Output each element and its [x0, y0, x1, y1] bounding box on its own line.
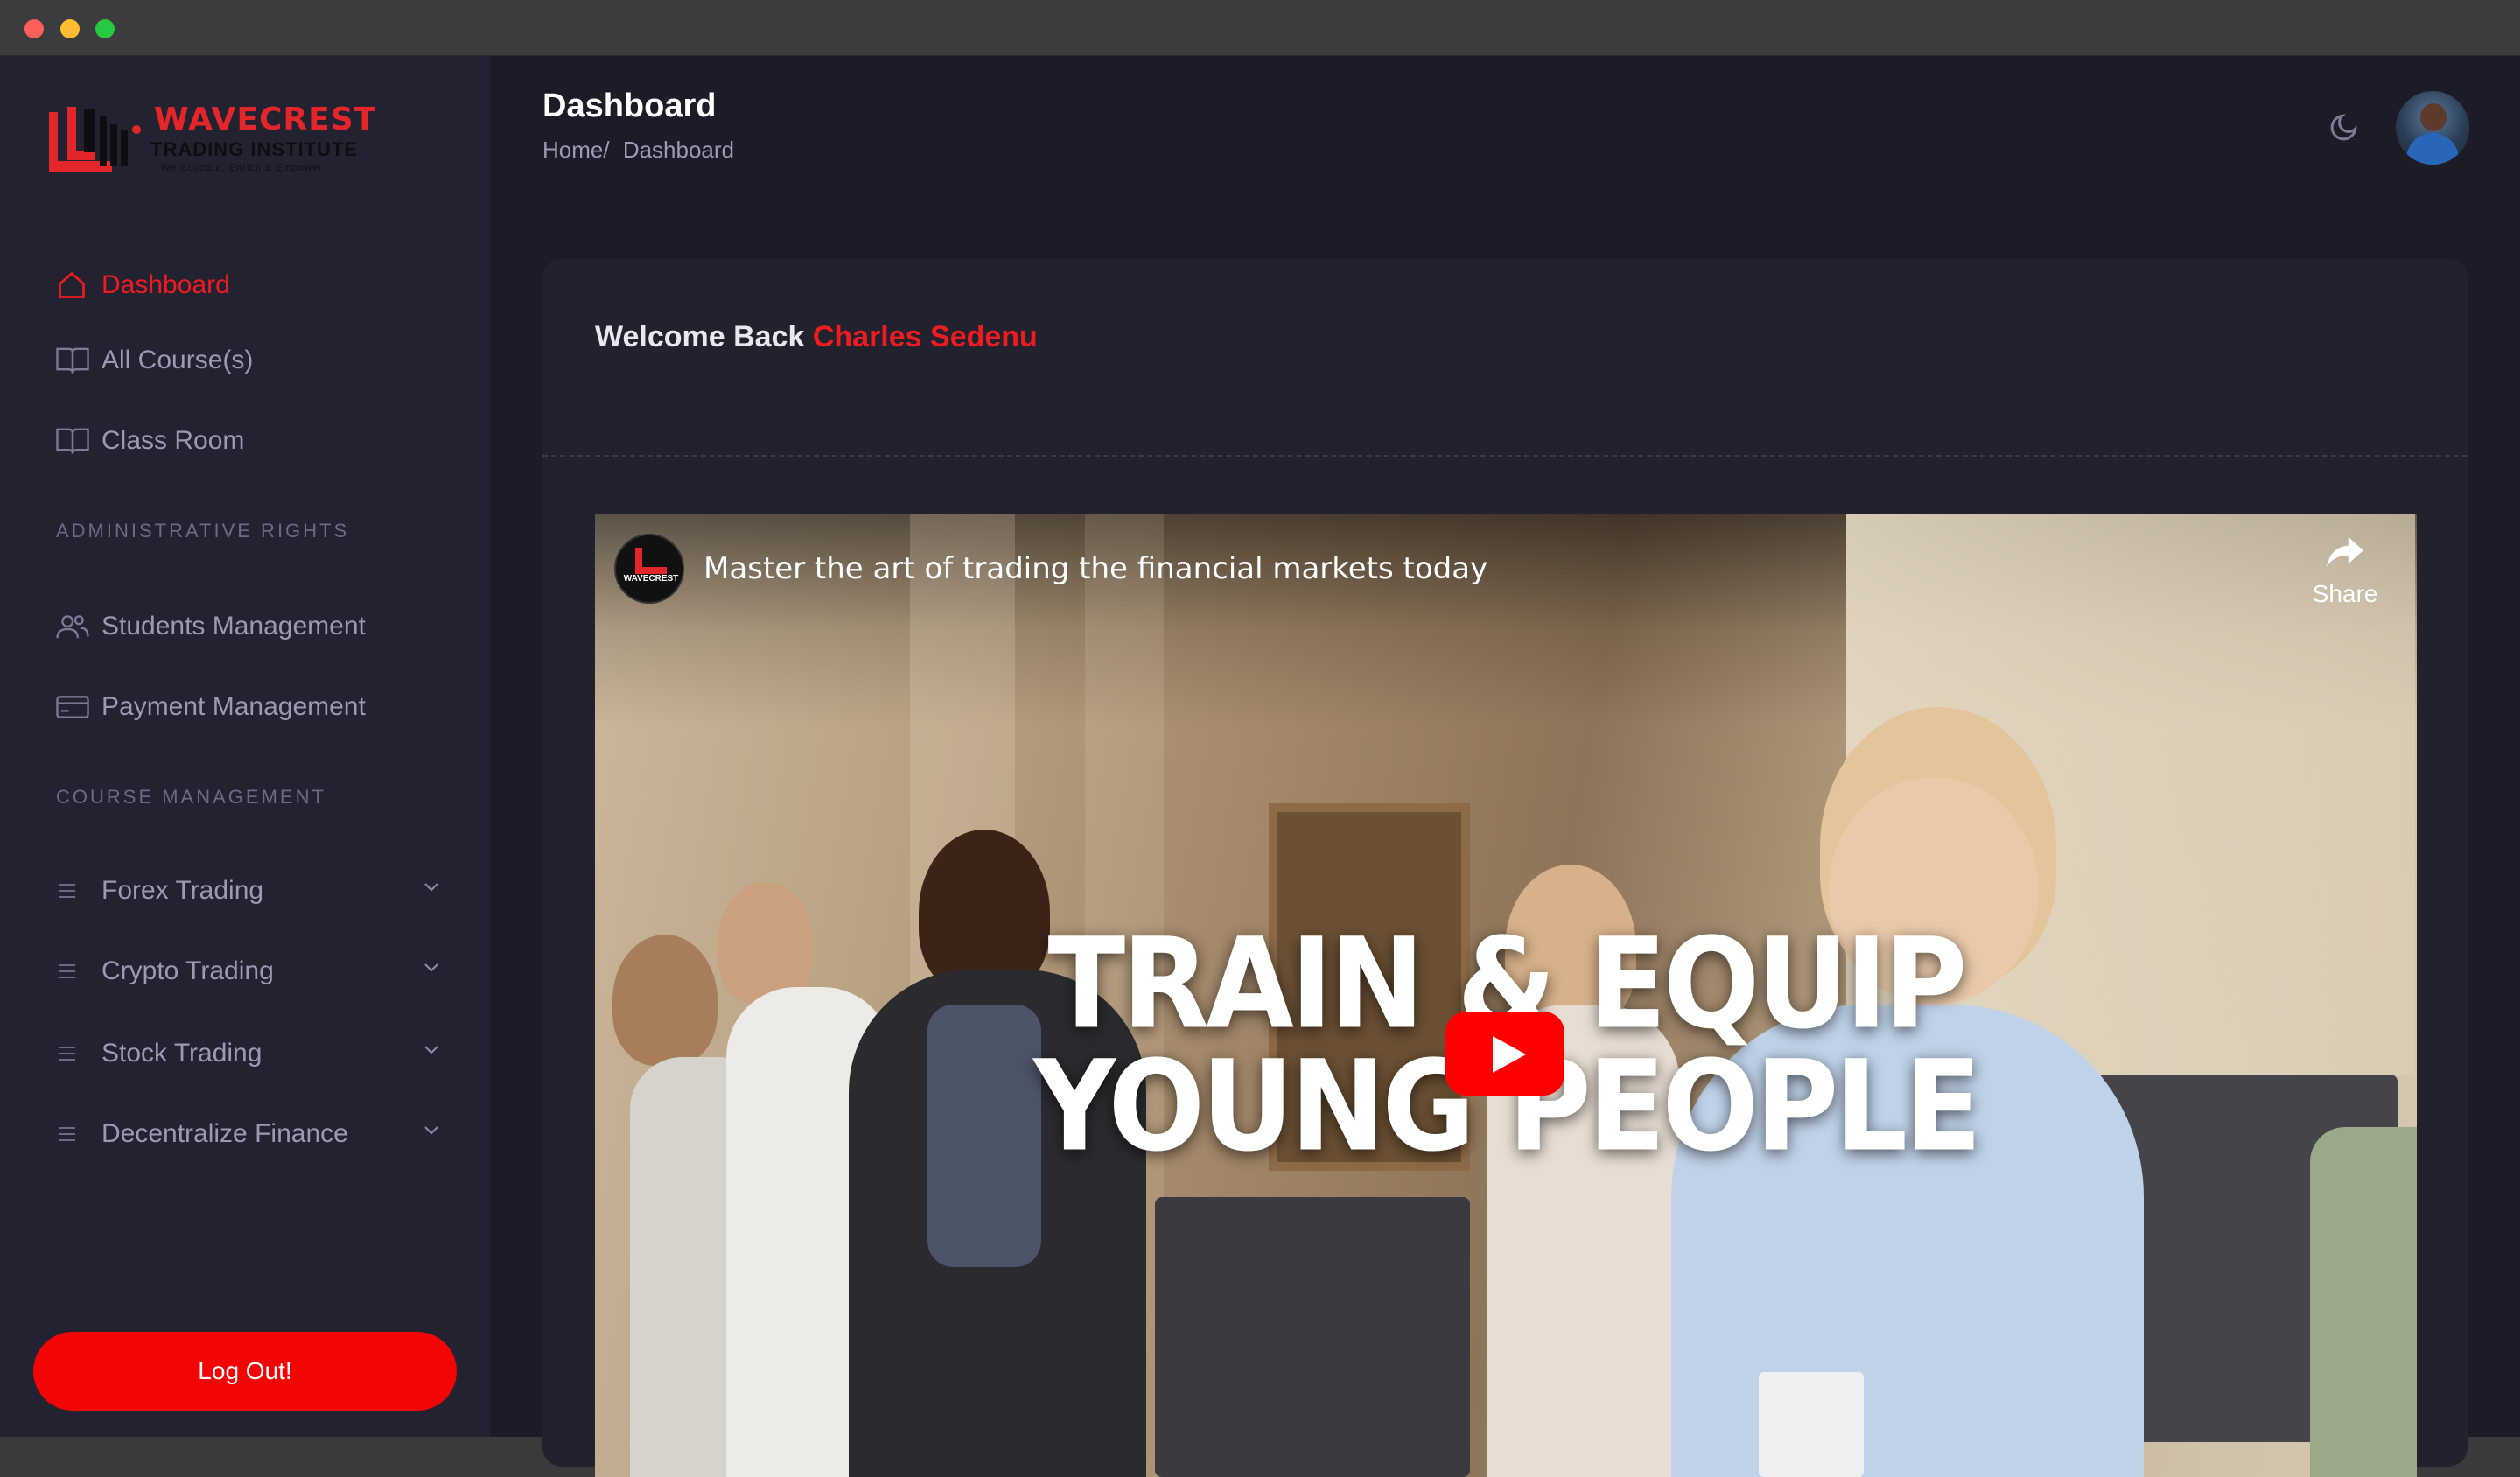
- brand-tagline: We Educate, Enrich & Empower: [161, 163, 323, 173]
- section-label-course-management: COURSE MANAGEMENT: [56, 786, 326, 808]
- close-window-button[interactable]: [24, 19, 44, 38]
- sidebar-item-class-room[interactable]: Class Room: [56, 415, 441, 467]
- menu-icon: [56, 954, 102, 989]
- home-icon: [56, 268, 102, 303]
- sidebar-item-label: Stock Trading: [102, 1039, 262, 1068]
- welcome-message: Welcome Back Charles Sedenu: [595, 320, 1038, 354]
- book-icon: [56, 343, 102, 378]
- credit-card-icon: [56, 690, 102, 724]
- sidebar-item-label: Class Room: [102, 426, 245, 455]
- breadcrumb-home-link[interactable]: Home/: [542, 136, 610, 163]
- brand-logo[interactable]: WAVECREST TRADING INSTITUTE We Educate, …: [49, 100, 375, 178]
- welcome-card: Welcome Back Charles Sedenu TRAIN & EQUI…: [542, 259, 2468, 1477]
- sidebar-item-label: Crypto Trading: [102, 956, 274, 985]
- sidebar-item-label: Students Management: [102, 612, 366, 640]
- menu-icon: [56, 873, 102, 908]
- chevron-down-icon[interactable]: [422, 961, 441, 977]
- video-title[interactable]: Master the art of trading the financial …: [704, 551, 1488, 586]
- video-player[interactable]: TRAIN & EQUIP YOUNG PEOPLE WAVECREST Mas…: [595, 514, 2417, 1477]
- chevron-down-icon[interactable]: [422, 1043, 441, 1060]
- app-window: WAVECREST TRADING INSTITUTE We Educate, …: [0, 0, 2520, 1477]
- sidebar-item-label: Dashboard: [102, 270, 230, 299]
- sidebar-item-label: All Course(s): [102, 346, 254, 374]
- sidebar-item-all-courses[interactable]: All Course(s): [56, 334, 441, 387]
- brand-name: WAVECREST: [154, 102, 377, 137]
- sidebar-item-students-management[interactable]: Students Management: [56, 600, 441, 653]
- share-icon: [2325, 536, 2365, 574]
- share-label: Share: [2312, 580, 2378, 607]
- sidebar-item-stock-trading[interactable]: Stock Trading: [56, 1027, 441, 1080]
- sidebar-item-label: Payment Management: [102, 692, 366, 721]
- breadcrumb-current: Dashboard: [622, 136, 735, 163]
- maximize-window-button[interactable]: [95, 19, 115, 38]
- breadcrumb: Home/ Dashboard: [542, 136, 741, 164]
- menu-icon: [56, 1116, 102, 1152]
- menu-icon: [56, 1036, 102, 1071]
- channel-name: WAVECREST: [623, 574, 679, 584]
- channel-avatar[interactable]: WAVECREST: [614, 534, 684, 604]
- sidebar-item-forex-trading[interactable]: Forex Trading: [56, 864, 441, 917]
- play-button[interactable]: [1446, 1012, 1564, 1096]
- chevron-down-icon[interactable]: [422, 880, 441, 897]
- sidebar-item-crypto-trading[interactable]: Crypto Trading: [56, 945, 441, 998]
- share-button[interactable]: Share: [2301, 536, 2389, 608]
- users-icon: [56, 609, 102, 644]
- sidebar-item-decentralize-finance[interactable]: Decentralize Finance: [56, 1108, 441, 1160]
- user-avatar[interactable]: [2396, 91, 2469, 164]
- section-label-admin: ADMINISTRATIVE RIGHTS: [56, 520, 350, 542]
- sidebar: WAVECREST TRADING INSTITUTE We Educate, …: [0, 56, 490, 1437]
- title-bar: [0, 0, 2520, 56]
- main-content: Dashboard Home/ Dashboard Welcome Back C…: [490, 56, 2520, 1477]
- sidebar-item-dashboard[interactable]: Dashboard: [56, 259, 441, 312]
- logout-button[interactable]: Log Out!: [33, 1332, 457, 1410]
- brand-subtitle: TRADING INSTITUTE: [150, 138, 358, 160]
- minimize-window-button[interactable]: [60, 19, 80, 38]
- page-title: Dashboard: [542, 88, 717, 124]
- chevron-down-icon[interactable]: [422, 1124, 441, 1140]
- logo-mark-icon: [49, 107, 141, 172]
- user-name: Charles Sedenu: [812, 320, 1038, 354]
- dark-mode-toggle-icon[interactable]: [2328, 108, 2362, 144]
- welcome-prefix: Welcome Back: [595, 320, 805, 354]
- sidebar-item-label: Forex Trading: [102, 876, 264, 905]
- book-icon: [56, 424, 102, 458]
- divider: [542, 455, 2468, 457]
- sidebar-item-payment-management[interactable]: Payment Management: [56, 681, 441, 733]
- sidebar-item-label: Decentralize Finance: [102, 1119, 348, 1148]
